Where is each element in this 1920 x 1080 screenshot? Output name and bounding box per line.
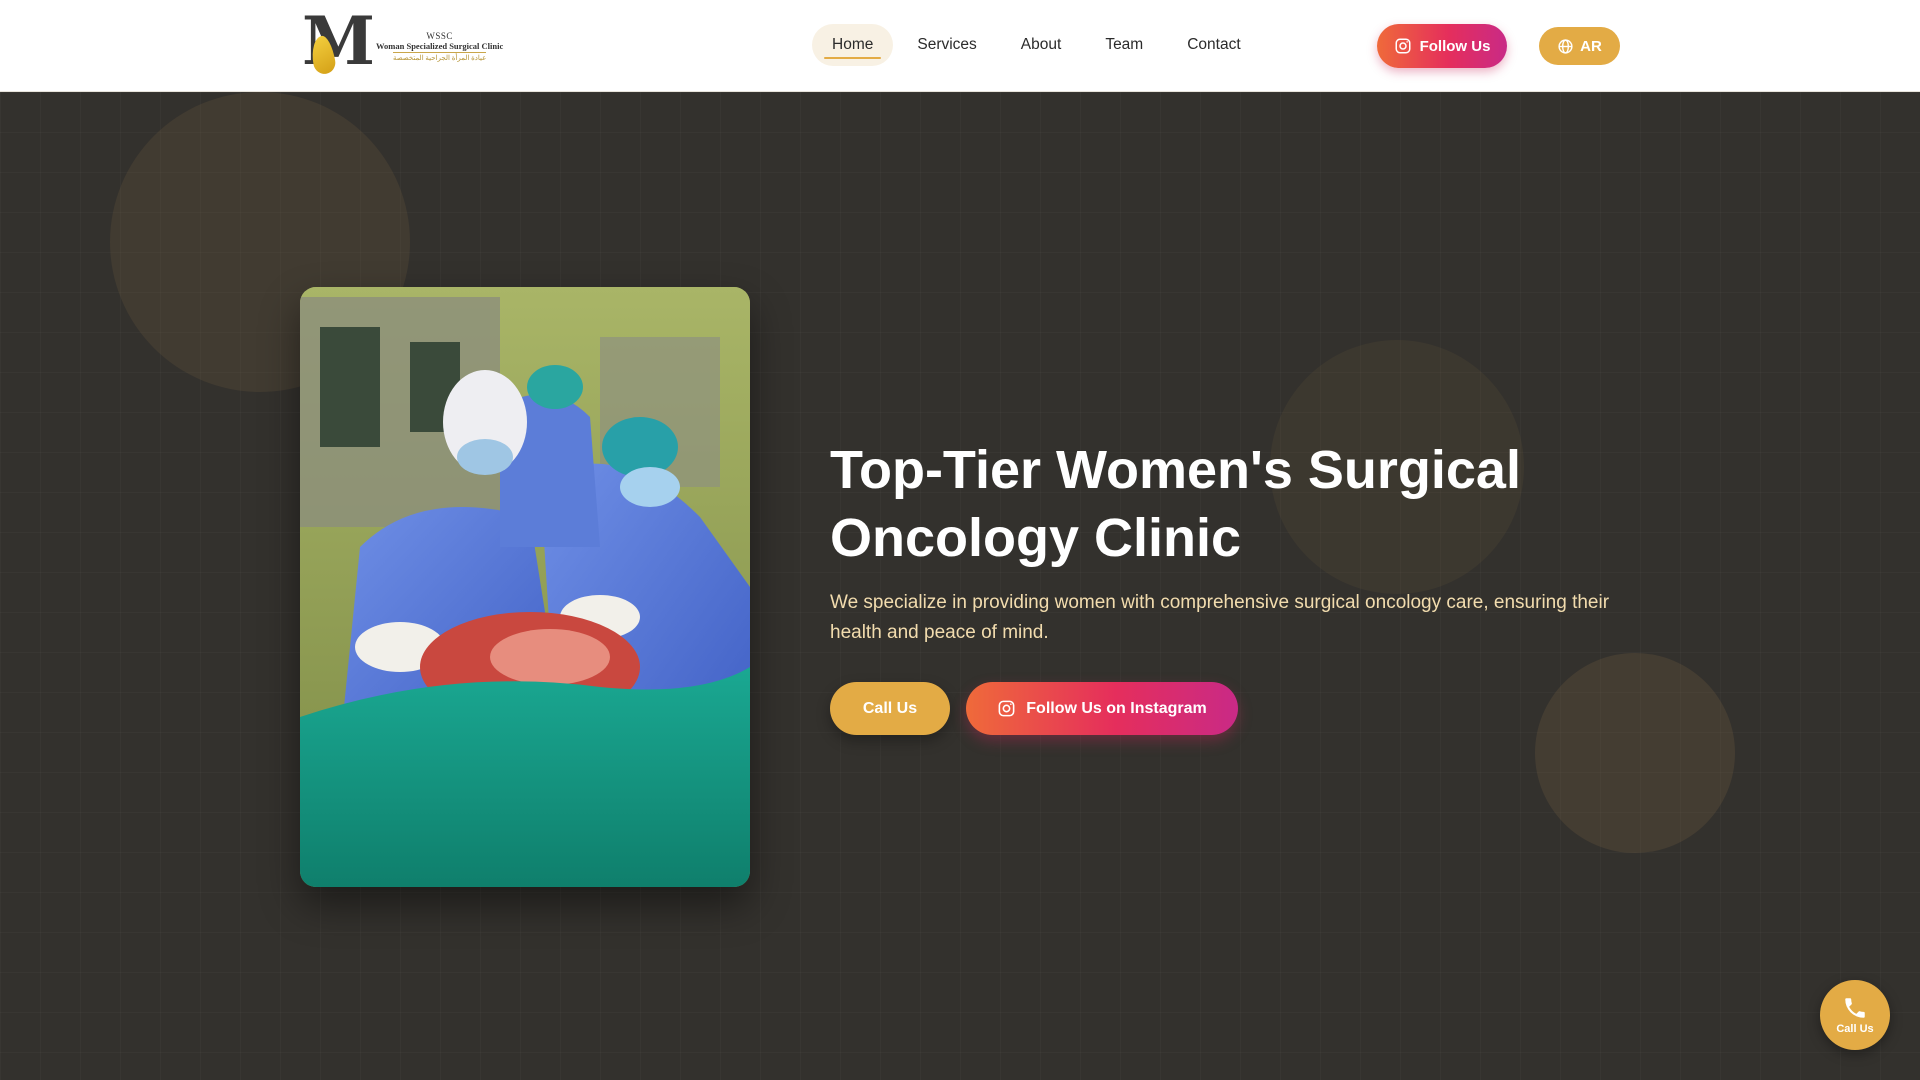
site-header: M WSSC Woman Specialized Surgical Clinic… <box>0 0 1920 92</box>
logo-mark: M <box>302 8 375 78</box>
globe-icon <box>1557 38 1574 55</box>
hero-actions: Call Us Follow Us on Instagram <box>830 682 1238 735</box>
floating-call-label: Call Us <box>1836 1023 1874 1035</box>
hero-surgery-photo <box>300 287 750 887</box>
hero-section: Top-Tier Women's Surgical Oncology Clini… <box>0 92 1920 1080</box>
call-us-button[interactable]: Call Us <box>830 682 950 735</box>
hero-title: Top-Tier Women's Surgical Oncology Clini… <box>830 440 1521 568</box>
follow-instagram-button[interactable]: Follow Us on Instagram <box>966 682 1238 735</box>
main-nav: Home Services About Team Contact <box>812 24 1265 66</box>
follow-instagram-label: Follow Us on Instagram <box>1026 699 1207 717</box>
nav-home[interactable]: Home <box>812 24 894 66</box>
decorative-circle <box>1535 653 1735 853</box>
language-label: AR <box>1580 37 1602 55</box>
instagram-icon <box>997 699 1016 718</box>
nav-team[interactable]: Team <box>1085 24 1163 66</box>
logo-arabic: عيادة المرأة الجراحية المتخصصة <box>392 51 487 62</box>
floating-call-button[interactable]: Call Us <box>1820 980 1890 1050</box>
nav-about[interactable]: About <box>1001 24 1082 66</box>
follow-us-button[interactable]: Follow Us <box>1377 24 1507 68</box>
phone-icon <box>1842 995 1868 1021</box>
logo-abbr: WSSC <box>426 30 453 41</box>
logo-text: WSSC Woman Specialized Surgical Clinic ع… <box>376 31 503 62</box>
logo-name: Woman Specialized Surgical Clinic <box>376 40 504 51</box>
nav-services[interactable]: Services <box>897 24 996 66</box>
language-toggle-button[interactable]: AR <box>1539 27 1620 65</box>
instagram-icon <box>1394 37 1412 55</box>
nav-contact[interactable]: Contact <box>1167 24 1260 66</box>
follow-us-label: Follow Us <box>1419 37 1491 55</box>
hero-description: We specialize in providing women with co… <box>830 592 1610 644</box>
clinic-logo[interactable]: M WSSC Woman Specialized Surgical Clinic… <box>302 8 510 78</box>
